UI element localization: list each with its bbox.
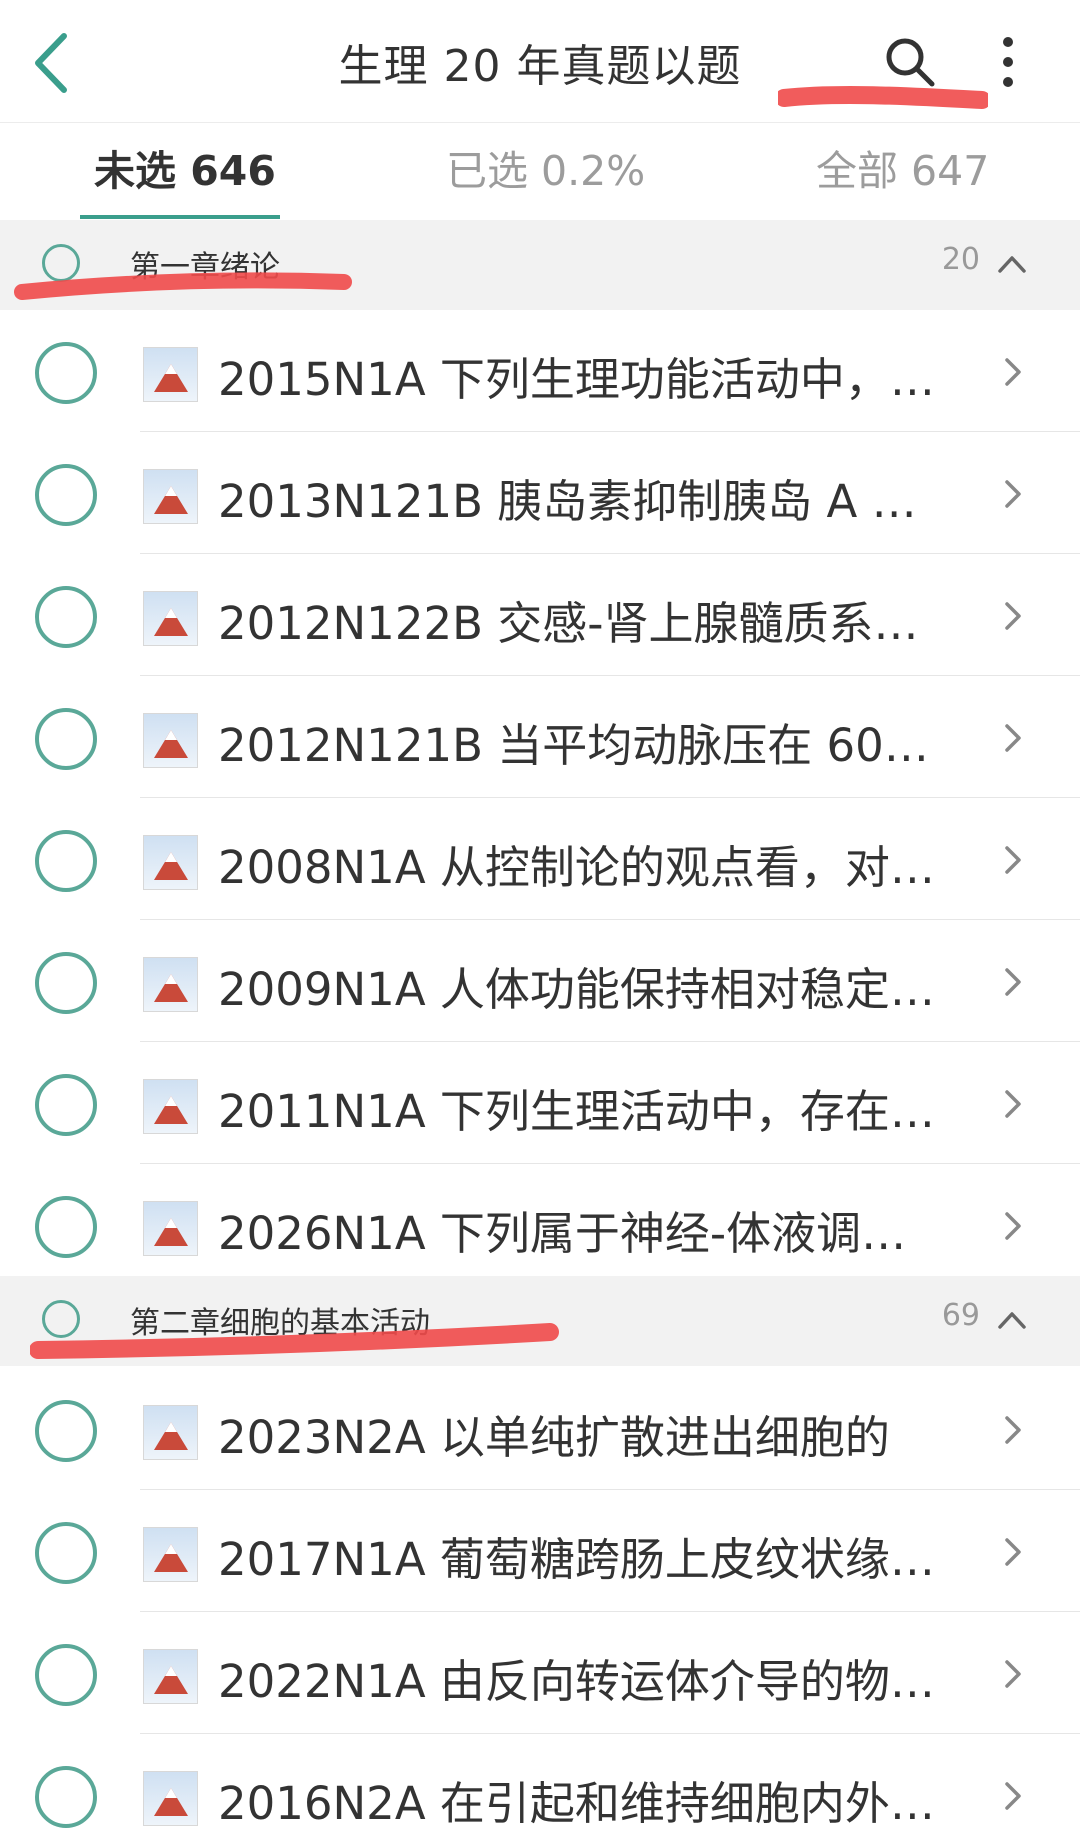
image-placeholder-icon xyxy=(143,1649,198,1704)
question-title: 2016N2A 在引起和维持细胞内外… xyxy=(218,1777,935,1830)
question-title: 2022N1A 由反向转运体介导的物… xyxy=(218,1655,935,1708)
filter-tabs: 未选 646 已选 0.2% 全部 647 xyxy=(0,123,1080,220)
question-row[interactable]: 2017N1A 葡萄糖跨肠上皮纹状缘… xyxy=(0,1490,1080,1612)
image-placeholder-icon xyxy=(143,591,198,646)
question-row[interactable]: 2013N121B 胰岛素抑制胰岛 A 细… xyxy=(0,432,1080,554)
image-placeholder-icon xyxy=(143,1527,198,1582)
chapter-count: 20 xyxy=(941,242,980,277)
image-placeholder-icon xyxy=(143,1771,198,1826)
question-title: 2017N1A 葡萄糖跨肠上皮纹状缘… xyxy=(218,1533,935,1586)
chevron-right-icon xyxy=(998,598,1028,634)
chevron-up-icon[interactable] xyxy=(992,1300,1032,1340)
chapter-title: 第一章绪论 xyxy=(130,250,280,285)
question-title: 2012N121B 当平均动脉压在 60~1… xyxy=(218,719,958,772)
chevron-right-icon xyxy=(998,1412,1028,1448)
chevron-right-icon xyxy=(998,1086,1028,1122)
row-select-radio[interactable] xyxy=(35,1400,97,1462)
chevron-right-icon xyxy=(998,964,1028,1000)
question-title: 2008N1A 从控制论的观点看，对… xyxy=(218,841,935,894)
question-row[interactable]: 2015N1A 下列生理功能活动中，… xyxy=(0,310,1080,432)
image-placeholder-icon xyxy=(143,347,198,402)
top-bar: 生理 20 年真题以题 xyxy=(0,0,1080,123)
question-row[interactable]: 2026N1A 下列属于神经-体液调… xyxy=(0,1164,1080,1286)
tab-unselected[interactable]: 未选 646 xyxy=(94,123,276,220)
question-row[interactable]: 2016N2A 在引起和维持细胞内外… xyxy=(0,1734,1080,1840)
row-select-radio[interactable] xyxy=(35,1522,97,1584)
chevron-up-icon[interactable] xyxy=(992,244,1032,284)
question-row[interactable]: 2012N122B 交感-肾上腺髓质系… xyxy=(0,554,1080,676)
more-options-icon[interactable] xyxy=(986,30,1030,94)
tab-all[interactable]: 全部 647 xyxy=(816,123,989,220)
question-row[interactable]: 2022N1A 由反向转运体介导的物… xyxy=(0,1612,1080,1734)
question-title: 2026N1A 下列属于神经-体液调… xyxy=(218,1207,907,1260)
image-placeholder-icon xyxy=(143,469,198,524)
row-select-radio[interactable] xyxy=(35,586,97,648)
chapter-header[interactable]: 第二章细胞的基本活动 69 xyxy=(0,1276,1080,1366)
chevron-right-icon xyxy=(998,1208,1028,1244)
row-select-radio[interactable] xyxy=(35,464,97,526)
image-placeholder-icon xyxy=(143,835,198,890)
row-select-radio[interactable] xyxy=(35,1766,97,1828)
search-icon[interactable] xyxy=(880,32,940,92)
row-select-radio[interactable] xyxy=(35,342,97,404)
question-title: 2011N1A 下列生理活动中，存在… xyxy=(218,1085,935,1138)
chevron-right-icon xyxy=(998,1778,1028,1814)
active-tab-indicator xyxy=(80,215,280,219)
row-select-radio[interactable] xyxy=(35,708,97,770)
tab-selected[interactable]: 已选 0.2% xyxy=(446,123,645,220)
question-title: 2023N2A 以单纯扩散进出细胞的 xyxy=(218,1411,890,1464)
question-row[interactable]: 2011N1A 下列生理活动中，存在… xyxy=(0,1042,1080,1164)
chapter-title: 第二章细胞的基本活动 xyxy=(130,1306,430,1341)
row-select-radio[interactable] xyxy=(35,1644,97,1706)
chevron-right-icon xyxy=(998,476,1028,512)
chevron-right-icon xyxy=(998,720,1028,756)
chevron-right-icon xyxy=(998,1534,1028,1570)
image-placeholder-icon xyxy=(143,1079,198,1134)
question-row[interactable]: 2012N121B 当平均动脉压在 60~1… xyxy=(0,676,1080,798)
question-title: 2013N121B 胰岛素抑制胰岛 A 细… xyxy=(218,475,958,528)
image-placeholder-icon xyxy=(143,1405,198,1460)
question-title: 2009N1A 人体功能保持相对稳定… xyxy=(218,963,935,1016)
question-row[interactable]: 2009N1A 人体功能保持相对稳定… xyxy=(0,920,1080,1042)
question-title: 2015N1A 下列生理功能活动中，… xyxy=(218,353,935,406)
chapter-header[interactable]: 第一章绪论 20 xyxy=(0,220,1080,310)
chapter-count: 69 xyxy=(941,1298,980,1333)
row-select-radio[interactable] xyxy=(35,1196,97,1258)
chapter-select-radio[interactable] xyxy=(42,1300,80,1338)
question-title: 2012N122B 交感-肾上腺髓质系… xyxy=(218,597,919,650)
row-select-radio[interactable] xyxy=(35,830,97,892)
image-placeholder-icon xyxy=(143,957,198,1012)
chevron-right-icon xyxy=(998,842,1028,878)
question-row[interactable]: 2008N1A 从控制论的观点看，对… xyxy=(0,798,1080,920)
image-placeholder-icon xyxy=(143,1201,198,1256)
question-row[interactable]: 2023N2A 以单纯扩散进出细胞的 xyxy=(0,1368,1080,1490)
row-select-radio[interactable] xyxy=(35,1074,97,1136)
chevron-right-icon xyxy=(998,1656,1028,1692)
image-placeholder-icon xyxy=(143,713,198,768)
row-select-radio[interactable] xyxy=(35,952,97,1014)
chevron-right-icon xyxy=(998,354,1028,390)
chapter-select-radio[interactable] xyxy=(42,244,80,282)
